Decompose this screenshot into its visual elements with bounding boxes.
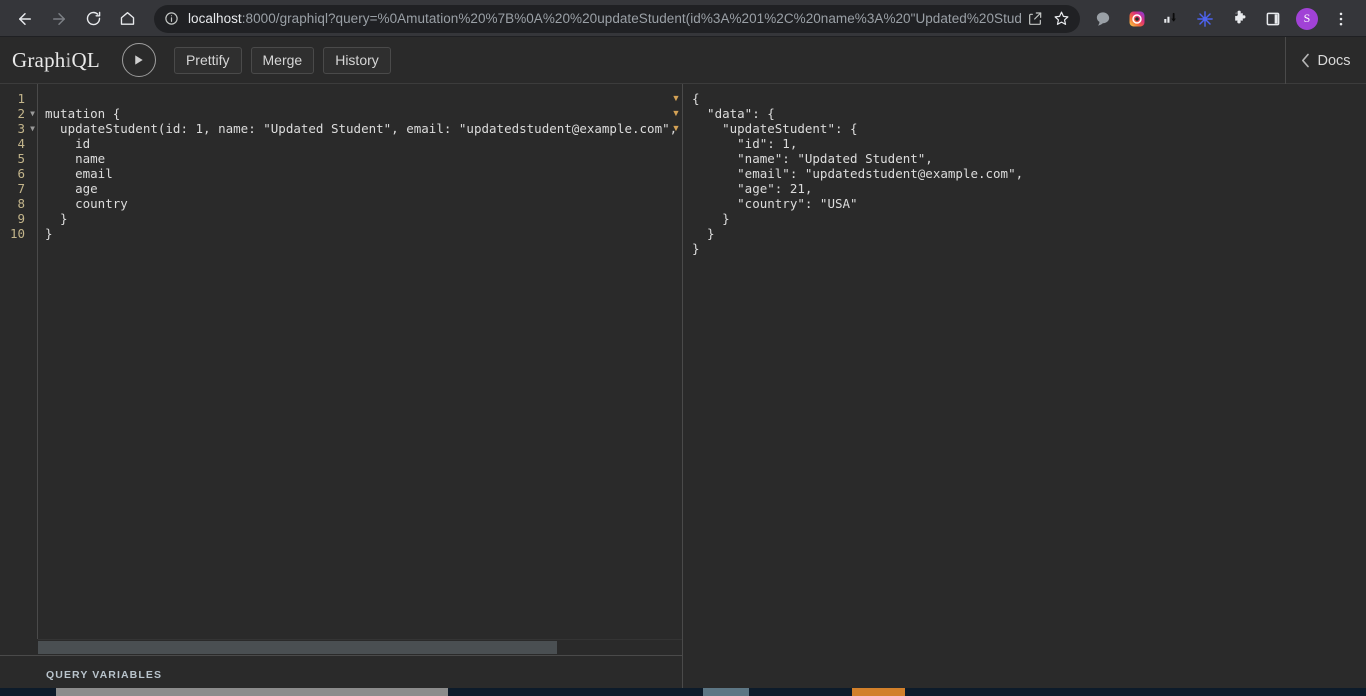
star-icon[interactable] bbox=[1048, 6, 1074, 32]
back-arrow-icon[interactable] bbox=[11, 5, 39, 33]
response-line: "data": { bbox=[692, 106, 1366, 121]
response-line: "email": "updatedstudent@example.com", bbox=[692, 166, 1366, 181]
line-number: 9 bbox=[0, 211, 37, 226]
chevron-left-icon bbox=[1301, 53, 1310, 68]
widget-marker-icon[interactable]: ▼ bbox=[670, 91, 682, 106]
browser-toolbar: localhost:8000/graphiql?query=%0Amutatio… bbox=[0, 0, 1366, 37]
query-variables-label: QUERY VARIABLES bbox=[46, 669, 162, 681]
line-number: 1 bbox=[0, 91, 37, 106]
taskbar-segment-left bbox=[0, 688, 56, 696]
code-line[interactable]: mutation { bbox=[39, 106, 682, 121]
snowflake-icon[interactable] bbox=[1192, 6, 1218, 32]
response-line: } bbox=[692, 226, 1366, 241]
taskbar-segment-scroll bbox=[56, 688, 448, 696]
line-number: 6 bbox=[0, 166, 37, 181]
code-line[interactable]: email bbox=[39, 166, 682, 181]
code-line[interactable]: } bbox=[39, 226, 682, 241]
share-icon[interactable] bbox=[1022, 6, 1048, 32]
docs-label: Docs bbox=[1317, 53, 1350, 69]
response-line: "updateStudent": { bbox=[692, 121, 1366, 136]
taskbar-segment-gap2 bbox=[749, 688, 852, 696]
line-number: 7 bbox=[0, 181, 37, 196]
code-line[interactable]: name bbox=[39, 151, 682, 166]
response-pane[interactable]: { "data": { "updateStudent": { "id": 1, … bbox=[683, 84, 1366, 696]
logo-part-graph: Graph bbox=[12, 48, 65, 72]
instagram-icon[interactable] bbox=[1124, 6, 1150, 32]
response-line: "name": "Updated Student", bbox=[692, 151, 1366, 166]
query-horizontal-scrollbar[interactable] bbox=[38, 639, 682, 655]
taskbar-segment-right bbox=[905, 688, 1366, 696]
url-text[interactable]: localhost:8000/graphiql?query=%0Amutatio… bbox=[188, 5, 1022, 33]
response-line: "age": 21, bbox=[692, 181, 1366, 196]
three-dot-menu-icon[interactable] bbox=[1328, 6, 1354, 32]
url-path: :8000/graphiql?query=%0Amutation%20%7B%0… bbox=[242, 11, 1022, 26]
widget-marker-icon[interactable]: ▼ bbox=[670, 106, 682, 121]
line-number-gutter: 12▼3▼45678910 bbox=[0, 84, 38, 639]
side-panel-icon[interactable] bbox=[1260, 6, 1286, 32]
puzzle-extensions-icon[interactable] bbox=[1226, 6, 1252, 32]
taskbar-strip bbox=[0, 688, 1366, 696]
fold-arrow-icon[interactable]: ▼ bbox=[30, 121, 35, 136]
logo-part-ql: QL bbox=[72, 48, 100, 72]
home-icon[interactable] bbox=[113, 5, 141, 33]
address-bar[interactable]: localhost:8000/graphiql?query=%0Amutatio… bbox=[154, 5, 1080, 33]
scrollbar-thumb[interactable] bbox=[38, 641, 557, 654]
taskbar-segment-highlight bbox=[703, 688, 749, 696]
response-line: } bbox=[692, 211, 1366, 226]
graphiql-logo: GraphiQL bbox=[12, 48, 100, 73]
graphiql-toolbar: GraphiQL Prettify Merge History Docs bbox=[0, 37, 1366, 84]
code-line[interactable]: age bbox=[39, 181, 682, 196]
execute-query-button[interactable] bbox=[122, 43, 156, 77]
line-number: 2▼ bbox=[0, 106, 37, 121]
response-line: "id": 1, bbox=[692, 136, 1366, 151]
merge-button[interactable]: Merge bbox=[251, 47, 315, 74]
line-number: 8 bbox=[0, 196, 37, 211]
query-editor[interactable]: 12▼3▼45678910 mutation { updateStudent(i… bbox=[0, 84, 682, 639]
graphiql-app: GraphiQL Prettify Merge History Docs 12▼… bbox=[0, 37, 1366, 696]
code-line[interactable]: country bbox=[39, 196, 682, 211]
avatar[interactable]: S bbox=[1294, 6, 1320, 32]
forward-arrow-icon[interactable] bbox=[45, 5, 73, 33]
code-line[interactable]: } bbox=[39, 211, 682, 226]
fold-marker-column: ▼▼▼ bbox=[670, 91, 682, 136]
line-number: 3▼ bbox=[0, 121, 37, 136]
avatar-initial: S bbox=[1296, 8, 1318, 30]
taskbar-segment-gap bbox=[448, 688, 703, 696]
response-line: "country": "USA" bbox=[692, 196, 1366, 211]
extension-toolbar: S bbox=[1086, 6, 1358, 32]
download-chart-icon[interactable] bbox=[1158, 6, 1184, 32]
editor-panes: 12▼3▼45678910 mutation { updateStudent(i… bbox=[0, 84, 1366, 696]
query-code[interactable]: mutation { updateStudent(id: 1, name: "U… bbox=[39, 84, 682, 639]
chat-bubble-icon[interactable] bbox=[1090, 6, 1116, 32]
line-number: 4 bbox=[0, 136, 37, 151]
code-line[interactable] bbox=[39, 91, 682, 106]
taskbar-segment-active bbox=[852, 688, 905, 696]
line-number: 5 bbox=[0, 151, 37, 166]
site-info-icon[interactable] bbox=[164, 11, 179, 26]
docs-button[interactable]: Docs bbox=[1285, 37, 1366, 84]
url-host: localhost bbox=[188, 11, 242, 26]
line-number: 10 bbox=[0, 226, 37, 241]
code-line[interactable]: updateStudent(id: 1, name: "Updated Stud… bbox=[39, 121, 682, 136]
response-line: } bbox=[692, 241, 1366, 256]
fold-arrow-icon[interactable]: ▼ bbox=[30, 106, 35, 121]
history-button[interactable]: History bbox=[323, 47, 391, 74]
query-pane: 12▼3▼45678910 mutation { updateStudent(i… bbox=[0, 84, 683, 696]
play-icon bbox=[132, 53, 145, 67]
code-line[interactable]: id bbox=[39, 136, 682, 151]
widget-marker-icon[interactable]: ▼ bbox=[670, 121, 682, 136]
prettify-button[interactable]: Prettify bbox=[174, 47, 242, 74]
response-line: { bbox=[692, 91, 1366, 106]
reload-icon[interactable] bbox=[79, 5, 107, 33]
